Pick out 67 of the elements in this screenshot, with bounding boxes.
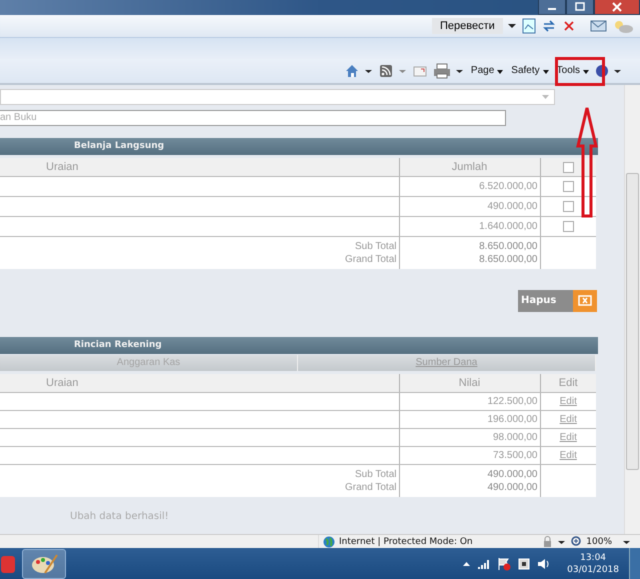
edit-link[interactable]: Edit xyxy=(560,450,577,462)
dropdown-arrow-icon xyxy=(542,94,550,100)
page-icon[interactable] xyxy=(520,18,537,34)
maximize-icon xyxy=(574,2,586,12)
table-cell: 73.500,00 xyxy=(493,450,538,462)
translate-button[interactable]: Перевести xyxy=(432,18,503,34)
dropdown-field[interactable] xyxy=(0,88,555,105)
section-header: Rincian Rekening xyxy=(0,336,598,354)
total-label: Grand Total xyxy=(344,481,396,494)
table-cell: 196.000,00 xyxy=(487,414,538,426)
flag-icon[interactable] xyxy=(497,556,512,571)
edit-link[interactable]: Edit xyxy=(560,432,577,444)
delete-button[interactable]: Hapus xyxy=(518,290,597,312)
column-header: Uraian xyxy=(0,158,399,177)
zoom-level[interactable]: 100% xyxy=(586,536,612,547)
close-icon xyxy=(611,2,623,12)
menu-button[interactable]: Page xyxy=(468,65,504,76)
highlight-frame xyxy=(555,57,605,86)
total-value: 8.650.000,00 xyxy=(478,253,538,266)
table-cell: 1.640.000,00 xyxy=(479,221,538,232)
table-cell: 98.000,00 xyxy=(493,432,538,444)
checkbox[interactable] xyxy=(562,221,574,232)
edit-link[interactable]: Edit xyxy=(560,414,577,426)
column-header: Edit xyxy=(540,374,596,393)
table-cell: 490.000,00 xyxy=(487,201,538,212)
speaker-icon[interactable] xyxy=(537,556,552,571)
clock-time: 13:04 xyxy=(580,552,606,564)
globe-icon xyxy=(323,536,335,548)
zoom-icon[interactable] xyxy=(570,536,582,548)
mail-icon[interactable] xyxy=(590,18,608,34)
total-value: 8.650.000,00 xyxy=(478,240,538,253)
scrollbar[interactable] xyxy=(624,84,640,534)
total-value: 490.000,00 xyxy=(486,468,538,481)
clock-date: 03/01/2018 xyxy=(567,564,619,576)
home-icon[interactable] xyxy=(344,62,360,79)
total-label: Sub Total xyxy=(354,468,396,481)
table-cell: 122.500,00 xyxy=(487,396,538,408)
scroll-thumb[interactable] xyxy=(626,172,639,470)
tab[interactable]: Sumber Dana xyxy=(298,354,596,371)
total-label: Sub Total xyxy=(354,240,396,253)
table-cell: 6.520.000,00 xyxy=(479,181,538,192)
help-icon[interactable] xyxy=(595,62,609,79)
maximize-button[interactable] xyxy=(566,0,594,15)
status-message: Ubah data berhasil! xyxy=(70,510,169,522)
refresh-icon[interactable] xyxy=(540,18,557,34)
total-label: Grand Total xyxy=(344,253,396,266)
close-icon xyxy=(578,295,592,306)
text-field[interactable]: an Buku xyxy=(0,110,506,126)
feed-icon[interactable] xyxy=(378,62,394,79)
menu-button[interactable]: Safety xyxy=(509,65,550,76)
checkbox[interactable] xyxy=(562,201,574,212)
total-value: 490.000,00 xyxy=(486,481,538,494)
column-header: Jumlah xyxy=(399,158,540,177)
taskbar-app-icon[interactable] xyxy=(22,548,66,579)
network-icon[interactable] xyxy=(517,556,532,571)
column-header: Uraian xyxy=(0,374,399,393)
edit-link[interactable]: Edit xyxy=(560,396,577,408)
checkbox[interactable] xyxy=(562,181,574,192)
printer-icon[interactable] xyxy=(432,62,451,79)
checkbox[interactable] xyxy=(562,162,574,173)
signal-icon[interactable] xyxy=(477,558,492,570)
minimize-button[interactable] xyxy=(538,0,566,15)
section-header: Belanja Langsung xyxy=(0,138,598,155)
column-header: Nilai xyxy=(399,374,540,393)
menu-button[interactable]: Tools xyxy=(554,65,590,76)
security-zone-text: Internet | Protected Mode: On xyxy=(339,536,473,547)
close-button[interactable] xyxy=(594,0,640,15)
